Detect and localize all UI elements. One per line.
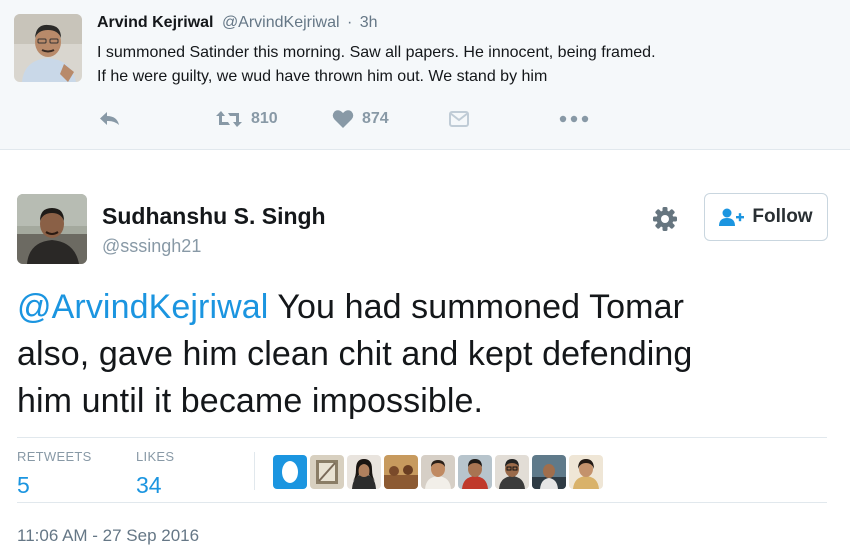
- tweet-text-line: also, gave him clean chit and kept defen…: [17, 335, 693, 373]
- retweets-label: RETWEETS: [17, 449, 92, 464]
- retweet-icon: [216, 111, 242, 127]
- author-avatar[interactable]: [17, 194, 87, 264]
- liker-avatar[interactable]: [495, 455, 529, 489]
- liker-avatar[interactable]: [421, 455, 455, 489]
- parent-header: Arvind Kejriwal @ArvindKejriwal · 3h: [97, 14, 378, 32]
- direct-message-icon: [449, 111, 469, 127]
- parent-tweet-text: I summoned Satinder this morning. Saw al…: [97, 41, 837, 89]
- liker-avatar[interactable]: [458, 455, 492, 489]
- reply-icon: [100, 112, 119, 125]
- heart-icon: [332, 110, 354, 128]
- tweet-timestamp[interactable]: 11:06 AM - 27 Sep 2016: [17, 526, 199, 546]
- parent-action-bar: 810 874: [97, 106, 617, 132]
- divider: [17, 437, 827, 438]
- author-name[interactable]: Sudhanshu S. Singh: [102, 203, 326, 230]
- tweet-text: @ArvindKejriwal You had summoned Tomar a…: [17, 284, 837, 425]
- retweet-button[interactable]: 810: [215, 106, 278, 132]
- reply-button[interactable]: [99, 106, 121, 132]
- like-count: 874: [362, 110, 389, 127]
- liker-avatar[interactable]: [347, 455, 381, 489]
- likes-label: LIKES: [136, 449, 175, 464]
- parent-timestamp[interactable]: 3h: [360, 14, 378, 31]
- tweet-text-line: @ArvindKejriwal You had summoned Tomar: [17, 284, 837, 331]
- retweets-stat[interactable]: RETWEETS 5: [17, 449, 92, 499]
- tweet-text-fragment: You had summoned Tomar: [268, 288, 685, 326]
- settings-button[interactable]: [650, 204, 680, 234]
- liker-avatar[interactable]: [569, 455, 603, 489]
- liker-avatars: [273, 455, 606, 489]
- retweet-count: 810: [251, 110, 278, 127]
- direct-message-button[interactable]: [449, 106, 469, 132]
- liker-avatar[interactable]: [384, 455, 418, 489]
- parent-author-name[interactable]: Arvind Kejriwal: [97, 14, 213, 31]
- tweet-text-line: him until it became impossible.: [17, 382, 484, 420]
- like-button[interactable]: 874: [332, 106, 389, 132]
- parent-author-handle[interactable]: @ArvindKejriwal: [222, 14, 340, 31]
- liker-avatar[interactable]: [273, 455, 307, 489]
- author-handle[interactable]: @sssingh21: [102, 236, 201, 257]
- liker-avatar[interactable]: [532, 455, 566, 489]
- likes-stat[interactable]: LIKES 34: [136, 449, 174, 499]
- header-separator: ·: [347, 14, 353, 31]
- more-button[interactable]: [559, 106, 589, 132]
- likes-value: 34: [136, 472, 162, 498]
- follow-label: Follow: [752, 206, 813, 227]
- parent-tweet[interactable]: Arvind Kejriwal @ArvindKejriwal · 3h I s…: [0, 0, 850, 150]
- more-icon: [559, 115, 589, 123]
- follow-person-icon: [719, 207, 745, 227]
- parent-text-line: I summoned Satinder this morning. Saw al…: [97, 44, 656, 61]
- follow-button[interactable]: Follow: [704, 193, 828, 241]
- parent-avatar[interactable]: [14, 14, 82, 82]
- stats-divider: [254, 452, 255, 490]
- divider: [17, 502, 827, 503]
- gear-icon: [653, 207, 677, 231]
- mention-link[interactable]: @ArvindKejriwal: [17, 288, 268, 326]
- retweets-value: 5: [17, 472, 30, 498]
- parent-text-line: If he were guilty, we wud have thrown hi…: [97, 68, 548, 85]
- liker-avatar[interactable]: [310, 455, 344, 489]
